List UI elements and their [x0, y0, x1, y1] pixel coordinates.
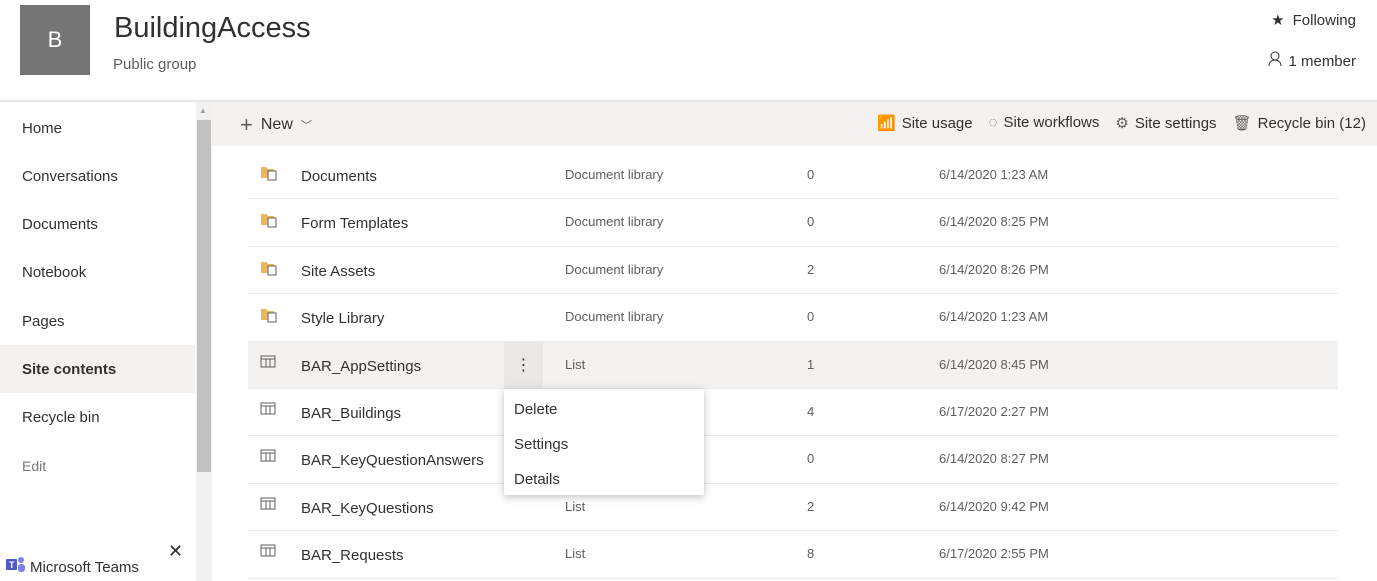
item-type: List [565, 498, 586, 514]
menu-item-details[interactable]: Details [504, 462, 704, 497]
list-item[interactable]: Form Templates Document library 0 6/14/2… [248, 199, 1338, 247]
site-logo[interactable]: B [20, 5, 90, 75]
chevron-down-icon: ﹀ [300, 120, 312, 132]
site-contents-list: Documents Document library 0 6/14/2020 1… [248, 152, 1338, 579]
gear-icon: ⚙ [1115, 115, 1129, 132]
left-nav: Home Conversations Documents Notebook Pa… [0, 102, 195, 581]
site-usage-button[interactable]: 📶 Site usage [877, 114, 973, 132]
site-subtitle: Public group [113, 56, 197, 73]
document-library-icon [260, 307, 278, 323]
site-header: B BuildingAccess Public group ★ Following… [0, 0, 1377, 100]
item-name[interactable]: Style Library [301, 310, 384, 327]
context-menu: Delete Settings Details [504, 389, 704, 495]
document-library-icon [260, 260, 278, 276]
item-count: 0 [807, 167, 815, 182]
site-workflows-button[interactable]: ◌ Site workflows [989, 114, 1100, 132]
item-type: Document library [565, 167, 664, 182]
star-icon: ★ [1271, 12, 1285, 29]
item-type: Document library [565, 261, 664, 277]
item-type: Document library [565, 309, 664, 325]
document-library-icon [260, 212, 278, 228]
members-button[interactable]: 1 member [1268, 51, 1356, 71]
close-icon[interactable]: ✕ [168, 541, 183, 562]
item-modified: 6/14/2020 8:25 PM [939, 214, 1049, 230]
item-count: 4 [807, 403, 815, 419]
new-button[interactable]: + New ﹀ [240, 112, 312, 138]
list-icon [260, 449, 278, 465]
nav-edit-link[interactable]: Edit [0, 442, 195, 490]
nav-item-site-contents[interactable]: Site contents [0, 345, 195, 393]
nav-scrollbar[interactable]: ▲ [196, 102, 212, 581]
item-modified: 6/17/2020 2:55 PM [939, 546, 1049, 562]
list-icon [260, 497, 278, 513]
document-library-icon [260, 165, 278, 181]
nav-item-conversations[interactable]: Conversations [0, 152, 195, 200]
list-item[interactable]: BAR_Buildings 4 6/17/2020 2:27 PM [248, 389, 1338, 437]
list-item[interactable]: Site Assets Document library 2 6/14/2020… [248, 247, 1338, 295]
item-modified: 6/14/2020 9:42 PM [939, 498, 1049, 514]
list-item[interactable]: BAR_Requests List 8 6/17/2020 2:55 PM [248, 531, 1338, 579]
menu-item-settings[interactable]: Settings [504, 427, 704, 462]
trash-icon: 🗑 [1232, 115, 1252, 132]
item-count: 0 [807, 309, 815, 325]
nav-item-home[interactable]: Home [0, 104, 195, 152]
following-button[interactable]: ★ Following [1271, 11, 1356, 30]
plus-icon: + [240, 112, 253, 137]
more-options-icon[interactable]: ⋮ [504, 341, 543, 389]
nav-item-pages[interactable]: Pages [0, 297, 195, 345]
item-count: 1 [807, 356, 815, 372]
list-icon [260, 544, 278, 560]
item-type: List [565, 356, 586, 372]
item-name[interactable]: BAR_KeyQuestions [301, 500, 434, 517]
workflow-icon: ◌ [988, 114, 998, 131]
list-item[interactable]: Documents Document library 0 6/14/2020 1… [248, 152, 1338, 200]
item-count: 8 [807, 546, 815, 562]
list-item[interactable]: BAR_AppSettings List 1 6/14/2020 8:45 PM… [248, 341, 1338, 389]
microsoft-teams-banner[interactable]: T Microsoft Teams [6, 556, 139, 578]
item-name[interactable]: BAR_AppSettings [301, 358, 421, 375]
item-name[interactable]: Documents [301, 168, 377, 185]
teams-icon: T [6, 556, 26, 578]
list-item[interactable]: Style Library Document library 0 6/14/20… [248, 294, 1338, 342]
item-count: 2 [807, 498, 815, 514]
list-item[interactable]: BAR_KeyQuestions List 2 6/14/2020 9:42 P… [248, 484, 1338, 532]
chart-icon: 📶 [877, 115, 896, 132]
nav-item-documents[interactable]: Documents [0, 200, 195, 248]
item-modified: 6/14/2020 8:26 PM [939, 261, 1049, 277]
site-settings-button[interactable]: ⚙ Site settings [1115, 114, 1216, 132]
recycle-bin-button[interactable]: 🗑 Recycle bin (12) [1233, 114, 1366, 132]
list-item[interactable]: BAR_KeyQuestionAnswers 0 6/14/2020 8:27 … [248, 436, 1338, 484]
item-name[interactable]: Form Templates [301, 215, 408, 232]
list-icon [260, 402, 278, 418]
nav-item-recycle-bin[interactable]: Recycle bin [0, 393, 195, 441]
item-name[interactable]: Site Assets [301, 263, 375, 280]
svg-text:T: T [9, 560, 15, 570]
item-count: 2 [807, 261, 815, 277]
item-modified: 6/14/2020 8:45 PM [939, 356, 1049, 372]
person-icon [1268, 51, 1282, 71]
scrollbar-thumb[interactable] [197, 120, 211, 472]
command-bar: + New ﹀ 📶 Site usage ◌ Site workflows ⚙ Site … [212, 102, 1377, 146]
item-modified: 6/14/2020 1:23 AM [939, 309, 1049, 325]
item-name[interactable]: BAR_Requests [301, 547, 404, 564]
item-type: List [565, 546, 586, 562]
site-title[interactable]: BuildingAccess [114, 12, 311, 45]
list-icon [260, 355, 278, 371]
item-count: 0 [807, 451, 815, 467]
item-type: Document library [565, 214, 664, 230]
item-modified: 6/14/2020 1:23 AM [939, 167, 1049, 182]
nav-item-notebook[interactable]: Notebook [0, 248, 195, 296]
item-name[interactable]: BAR_Buildings [301, 405, 401, 422]
item-modified: 6/17/2020 2:27 PM [939, 403, 1049, 419]
item-modified: 6/14/2020 8:27 PM [939, 451, 1049, 467]
item-count: 0 [807, 214, 815, 230]
item-name[interactable]: BAR_KeyQuestionAnswers [301, 452, 484, 469]
menu-item-delete[interactable]: Delete [504, 392, 704, 427]
scroll-up-arrow-icon[interactable]: ▲ [199, 106, 207, 115]
